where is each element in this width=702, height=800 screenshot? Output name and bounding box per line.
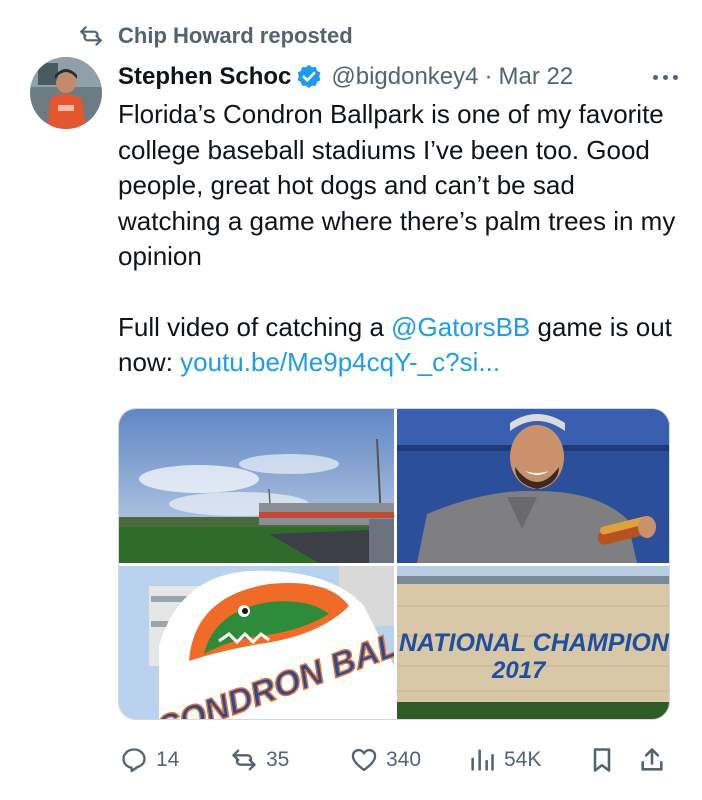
media-grid: CONDRON BALLPARK NATIONAL CHAMPIONS 2017 — [118, 408, 670, 720]
text-segment: Full video of catching a — [118, 311, 392, 342]
share-button[interactable] — [638, 740, 666, 780]
tweet-paragraph: Florida’s Condron Ballpark is one of my … — [118, 99, 676, 271]
like-count: 340 — [386, 748, 422, 771]
repost-count: 35 — [266, 748, 290, 771]
analytics-icon — [471, 749, 494, 771]
repost-label: Chip Howard reposted — [118, 23, 353, 48]
champions-line-1: NATIONAL CHAMPIONS — [399, 629, 670, 657]
bookmark-icon — [593, 748, 611, 772]
reply-button[interactable]: 14 — [120, 740, 179, 780]
champions-line-2: 2017 — [491, 657, 547, 684]
url-link[interactable]: youtu.be/Me9p4cqY-_c?si... — [180, 347, 500, 377]
tweet-header: Stephen Schoc @bigdonkey4 · Mar 22 — [118, 60, 678, 94]
tweet-paragraph: Full video of catching a @GatorsBB game … — [118, 310, 678, 381]
tweet-actions: 14 35 340 54K — [118, 740, 670, 780]
view-count: 54K — [504, 748, 542, 771]
repost-icon — [80, 26, 102, 46]
more-options-icon[interactable] — [653, 60, 678, 94]
repost-icon — [232, 749, 256, 771]
separator: · — [484, 63, 493, 90]
media-photo-ballpark-sign[interactable]: CONDRON BALLPARK — [119, 566, 394, 719]
reply-count: 14 — [156, 748, 180, 771]
bookmark-button[interactable] — [588, 740, 616, 780]
like-button[interactable]: 340 — [350, 740, 421, 780]
repost-button[interactable]: 35 — [230, 740, 289, 780]
avatar[interactable] — [30, 57, 102, 129]
media-photo-fan[interactable] — [397, 409, 669, 563]
tweet-text: Florida’s Condron Ballpark is one of my … — [118, 97, 678, 381]
author-name[interactable]: Stephen Schoc — [118, 63, 291, 91]
share-icon — [641, 748, 663, 771]
views-button[interactable]: 54K — [468, 740, 541, 780]
verified-badge-icon — [297, 64, 321, 89]
media-photo-champions-wall[interactable]: NATIONAL CHAMPIONS 2017 — [397, 566, 670, 719]
tweet-date[interactable]: Mar 22 — [499, 63, 574, 91]
media-photo-stadium[interactable] — [119, 409, 394, 563]
repost-indicator[interactable]: Chip Howard reposted — [78, 22, 353, 50]
mention-link[interactable]: @GatorsBB — [391, 312, 530, 342]
author-handle[interactable]: @bigdonkey4 — [331, 63, 478, 91]
heart-icon — [351, 748, 377, 772]
reply-icon — [122, 748, 146, 773]
